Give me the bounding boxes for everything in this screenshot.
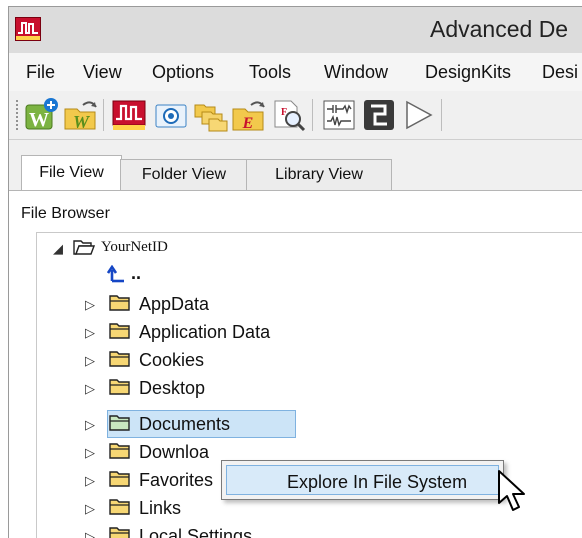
context-menu-label: Explore In File System	[287, 472, 468, 492]
tree-item-label: Documents	[139, 414, 231, 434]
menu-design[interactable]: Desi	[542, 62, 578, 83]
tab-folder-view[interactable]: Folder View	[120, 159, 248, 190]
window-title: Advanced De	[430, 16, 569, 42]
tree-item-label: AppData	[139, 294, 210, 314]
svg-text:W: W	[73, 112, 91, 132]
ads-logo-icon[interactable]	[15, 17, 41, 41]
toolbar-grip[interactable]	[15, 99, 19, 131]
tree-item-selected[interactable]: ▷ Documents	[37, 411, 437, 437]
tree-item[interactable]: ▷ Desktop	[37, 375, 437, 401]
expand-arrow-icon[interactable]: ▷	[85, 501, 95, 517]
toolbar: W W E F	[9, 91, 582, 140]
tree-item-label: Local Settings	[139, 526, 253, 538]
context-menu-item-explore[interactable]: Explore In File System	[226, 465, 499, 495]
folder-icon	[109, 350, 131, 373]
tree-item-label: Application Data	[139, 322, 271, 342]
tree-item-up[interactable]: ..	[37, 263, 237, 289]
play-icon[interactable]	[401, 97, 437, 133]
panel-title: File Browser	[21, 205, 110, 222]
file-browser-panel: File Browser ◢ YourNetID .. ▷ AppData ▷ …	[9, 191, 582, 538]
menu-view[interactable]: View	[83, 62, 122, 83]
title-bar: Advanced De	[9, 7, 582, 53]
expand-arrow-icon[interactable]: ▷	[85, 473, 95, 489]
new-workspace-icon[interactable]: W	[23, 97, 59, 133]
menu-window[interactable]: Window	[324, 62, 388, 83]
toolbar-separator	[103, 99, 104, 131]
folder-icon	[109, 414, 131, 437]
menu-file[interactable]: File	[26, 62, 55, 83]
menu-tools[interactable]: Tools	[249, 62, 291, 83]
tree-item[interactable]: ▷ Local Settings	[37, 523, 437, 538]
tree-root[interactable]: ◢ YourNetID	[37, 235, 337, 261]
tab-file-view[interactable]: File View	[21, 155, 122, 192]
screenshot-icon[interactable]	[153, 97, 189, 133]
expand-arrow-icon[interactable]: ▷	[85, 381, 95, 397]
simulation-icon[interactable]	[111, 97, 147, 133]
collapse-arrow-icon[interactable]: ◢	[53, 241, 63, 257]
folder-icon	[109, 498, 131, 521]
folder-icon	[109, 470, 131, 493]
tree-item[interactable]: ▷ AppData	[37, 291, 437, 317]
up-arrow-icon	[106, 264, 127, 288]
app-window: Advanced De File View Options Tools Wind…	[8, 6, 582, 538]
menu-bar: File View Options Tools Window DesignKit…	[9, 53, 582, 92]
menu-options[interactable]: Options	[152, 62, 214, 83]
find-icon[interactable]: F	[271, 97, 307, 133]
tree-item[interactable]: ▷ Application Data	[37, 319, 437, 345]
tree-up-label: ..	[131, 263, 142, 283]
svg-text:E: E	[242, 115, 254, 132]
expand-arrow-icon[interactable]: ▷	[85, 297, 95, 313]
menu-designkits[interactable]: DesignKits	[425, 62, 511, 83]
expand-arrow-icon[interactable]: ▷	[85, 417, 95, 433]
file-tree[interactable]: ◢ YourNetID .. ▷ AppData ▷ Application D…	[36, 232, 582, 538]
tree-item-label: Desktop	[139, 378, 206, 398]
tree-item-label: Cookies	[139, 350, 205, 370]
tree-item-label: Links	[139, 498, 182, 518]
tree-item[interactable]: ▷ Cookies	[37, 347, 437, 373]
folder-icon	[109, 526, 131, 538]
view-tabs: File View Folder View Library View	[9, 155, 582, 192]
expand-arrow-icon[interactable]: ▷	[85, 353, 95, 369]
folder-icon	[109, 294, 131, 317]
tree-item-label: Downloa	[139, 442, 210, 462]
folder-icon	[109, 442, 131, 465]
open-example-icon[interactable]: E	[231, 97, 267, 133]
copy-project-icon[interactable]	[193, 97, 229, 133]
expand-arrow-icon[interactable]: ▷	[85, 445, 95, 461]
schematic-icon[interactable]	[321, 97, 357, 133]
tab-library-view[interactable]: Library View	[246, 159, 392, 190]
toolbar-separator	[312, 99, 313, 131]
tree-item-label: Favorites	[139, 470, 214, 490]
open-workspace-icon[interactable]: W	[63, 97, 99, 133]
mouse-cursor-icon	[497, 469, 527, 518]
svg-text:W: W	[29, 109, 49, 131]
open-folder-icon	[73, 238, 96, 261]
layout-icon[interactable]	[361, 97, 397, 133]
folder-icon	[109, 322, 131, 345]
folder-icon	[109, 378, 131, 401]
toolbar-separator	[441, 99, 442, 131]
expand-arrow-icon[interactable]: ▷	[85, 325, 95, 341]
tree-root-label: YourNetID	[101, 239, 168, 255]
context-menu: Explore In File System	[221, 460, 504, 500]
